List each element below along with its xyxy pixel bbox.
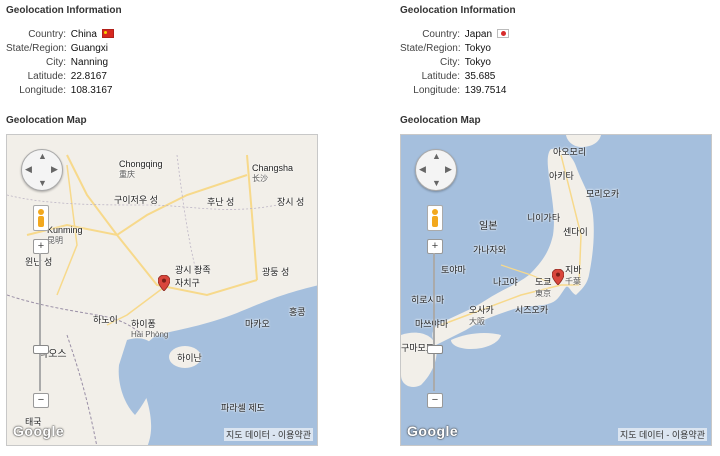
label-nagoya: 나고야: [493, 277, 518, 287]
label-japan: 일본: [479, 221, 498, 232]
label-paracel: 파라셀 제도: [221, 403, 265, 413]
left-panel: Geolocation Information Country: China S…: [6, 0, 326, 446]
pegman-icon[interactable]: [427, 205, 443, 231]
city-label: City:: [440, 57, 460, 68]
longitude-label: Longitude:: [19, 85, 66, 96]
latitude-label: Latitude:: [421, 71, 460, 82]
latitude-row: Latitude: 35.685: [400, 70, 720, 84]
label-hunan: 후난 성: [207, 197, 235, 207]
label-guangxi: 광시 좡족 자치구: [175, 265, 211, 288]
pan-left-icon[interactable]: ◀: [419, 165, 426, 174]
pan-down-icon[interactable]: ▼: [432, 179, 441, 188]
geolocation-info-title: Geolocation Information: [6, 5, 122, 16]
latitude-label: Latitude:: [27, 71, 66, 82]
zoom-in-button[interactable]: +: [427, 239, 443, 254]
latitude-row: Latitude: 22.8167: [6, 70, 326, 84]
label-haiphong: 하이퐁 Hải Phòng: [131, 319, 169, 339]
label-changsha: Changsha 长沙: [252, 163, 294, 183]
pegman-icon[interactable]: [33, 205, 49, 231]
china-flag-icon: [101, 29, 114, 38]
region-row: State/Region: Guangxi: [6, 42, 326, 56]
label-osaka: 오사카 大阪: [469, 305, 494, 326]
country-row: Country: China: [6, 28, 326, 42]
label-chiba: 지바 千葉: [565, 265, 582, 286]
zoom-in-button[interactable]: +: [33, 239, 49, 254]
pan-up-icon[interactable]: ▲: [38, 152, 47, 161]
latitude-value: 35.685: [464, 71, 496, 82]
pan-down-icon[interactable]: ▼: [38, 179, 47, 188]
pan-left-icon[interactable]: ◀: [25, 165, 32, 174]
label-hainan: 하이난: [177, 353, 202, 363]
geolocation-map-title: Geolocation Map: [400, 115, 481, 126]
label-niigata: 니이가타: [527, 213, 561, 223]
zoom-out-button[interactable]: −: [33, 393, 49, 408]
terms-link[interactable]: 지도 데이터 - 이용약관: [620, 430, 705, 440]
label-matsuyama: 마쓰야마: [415, 319, 449, 329]
pan-right-icon[interactable]: ▶: [51, 165, 58, 174]
location-marker-icon[interactable]: [158, 275, 170, 291]
zoom-out-button[interactable]: −: [427, 393, 443, 408]
zoom-slider-thumb[interactable]: [427, 345, 443, 354]
longitude-row: Longitude: 139.7514: [400, 84, 720, 98]
label-guangdong: 광둥 성: [262, 267, 290, 277]
city-label: City:: [46, 57, 66, 68]
map-japan[interactable]: 아오모리 아키타 모리오카 니이가타 센다이 일본 가나자와 토야마 지바 千葉 …: [400, 134, 712, 446]
longitude-value: 108.3167: [70, 85, 113, 96]
pan-control[interactable]: ▲ ▼ ◀ ▶: [21, 149, 63, 191]
longitude-value: 139.7514: [464, 85, 507, 96]
zoom-slider-track[interactable]: [39, 253, 41, 391]
country-value: China: [70, 29, 97, 40]
label-morioka: 모리오카: [586, 189, 620, 199]
google-logo[interactable]: Google: [407, 423, 458, 439]
geolocation-info: Country: Japan State/Region: Tokyo City:…: [400, 28, 720, 98]
zoom-slider-thumb[interactable]: [33, 345, 49, 354]
region-label: State/Region:: [400, 43, 461, 54]
terms-link[interactable]: 지도 데이터 - 이용약관: [226, 430, 311, 440]
label-aomori: 아오모리: [553, 147, 587, 157]
city-row: City: Nanning: [6, 56, 326, 70]
label-shizuoka: 시즈오카: [515, 305, 549, 315]
right-panel: Geolocation Information Country: Japan S…: [400, 0, 720, 446]
pan-right-icon[interactable]: ▶: [445, 165, 452, 174]
label-kunming: Kunming 昆明: [47, 225, 83, 245]
label-chongqing: Chongqing 重庆: [119, 159, 163, 179]
label-sendai: 센다이: [563, 227, 588, 237]
label-jiangxi: 장시 성: [277, 197, 305, 207]
label-guizhou: 구이저우 성: [114, 195, 158, 205]
region-label: State/Region:: [6, 43, 67, 54]
label-tokyo: 도쿄 東京: [535, 277, 552, 298]
label-toyama: 토야마: [441, 265, 466, 275]
geolocation-info: Country: China State/Region: Guangxi Cit…: [6, 28, 326, 98]
city-row: City: Tokyo: [400, 56, 720, 70]
map-china[interactable]: Chongqing 重庆 구이저우 성 Changsha 长沙 후난 성 장시 성 …: [6, 134, 318, 446]
zoom-slider-track[interactable]: [433, 253, 435, 391]
country-label: Country:: [422, 29, 460, 40]
pan-control[interactable]: ▲ ▼ ◀ ▶: [415, 149, 457, 191]
region-row: State/Region: Tokyo: [400, 42, 720, 56]
japan-flag-icon: [496, 29, 509, 38]
city-value: Nanning: [70, 57, 109, 68]
location-marker-icon[interactable]: [552, 269, 564, 285]
region-value: Guangxi: [70, 43, 109, 54]
geolocation-info-title: Geolocation Information: [400, 5, 516, 16]
region-value: Tokyo: [464, 43, 491, 54]
country-label: Country:: [28, 29, 66, 40]
label-hongkong: 홍콩: [289, 307, 306, 317]
longitude-label: Longitude:: [413, 85, 460, 96]
city-value: Tokyo: [464, 57, 491, 68]
latitude-value: 22.8167: [70, 71, 107, 82]
pan-up-icon[interactable]: ▲: [432, 152, 441, 161]
country-value: Japan: [464, 29, 493, 40]
map-attribution: 지도 데이터 - 이용약관: [223, 428, 313, 441]
label-kanazawa: 가나자와: [473, 245, 507, 255]
google-logo[interactable]: Google: [13, 423, 64, 439]
country-row: Country: Japan: [400, 28, 720, 42]
map-attribution: 지도 데이터 - 이용약관: [617, 428, 707, 441]
geolocation-map-title: Geolocation Map: [6, 115, 87, 126]
label-hanoi: 하노이: [93, 315, 118, 325]
label-hiroshima: 히로시마: [411, 295, 445, 305]
label-akita: 아키타: [549, 171, 574, 181]
label-macau: 마카오: [245, 319, 270, 329]
longitude-row: Longitude: 108.3167: [6, 84, 326, 98]
